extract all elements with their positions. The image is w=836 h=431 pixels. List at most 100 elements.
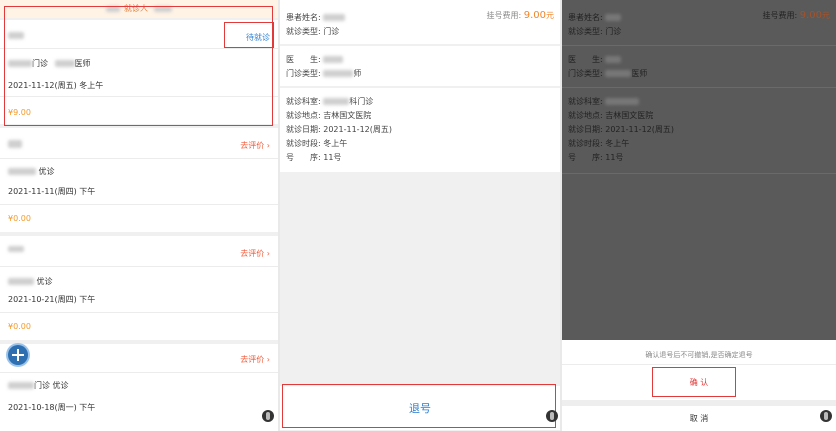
date: 2021-11-12(周五): [605, 125, 674, 134]
period-row: 就诊时段: 冬上午: [568, 138, 629, 149]
review-link[interactable]: 去评价 ›: [240, 248, 270, 259]
appointment-card[interactable]: 去评价 › 门诊 优诊 2021-10-18(周一) 下午: [0, 344, 278, 431]
number-row: 号 序: 11号: [568, 152, 623, 163]
appointment-date: 2021-10-21(周四) 下午: [8, 295, 96, 304]
highlight-box: [282, 384, 556, 428]
app-icon[interactable]: [546, 410, 558, 422]
highlight-box: [224, 22, 274, 48]
location-label: 就诊地点:: [286, 111, 321, 120]
period-label: 就诊时段:: [568, 139, 603, 148]
cancel-dialog-button[interactable]: 取 消: [562, 406, 836, 431]
visit-type-row: 就诊类型: 门诊: [286, 26, 339, 37]
dim-doctor-section: 医 生: 门诊类型: 医师: [562, 46, 836, 86]
blurred-text: [8, 140, 22, 148]
visit-type: 门诊: [605, 27, 622, 36]
patient-row: 患者姓名:: [568, 12, 622, 23]
fee-unit: 元: [822, 11, 830, 20]
blurred-text: [323, 70, 354, 77]
period-row: 就诊时段: 冬上午: [286, 138, 347, 149]
fee-label: 挂号费用:: [486, 11, 522, 20]
number-row: 号 序: 11号: [286, 152, 341, 163]
date-label: 就诊日期:: [568, 125, 603, 134]
patient-row: 患者姓名:: [286, 12, 346, 23]
divider: [562, 173, 836, 174]
clinic-type-row: 门诊类型: 医师: [568, 68, 647, 79]
review-label: 去评价: [240, 249, 265, 258]
dim-patient-section: 患者姓名: 挂号费用: 9.00元 就诊类型: 门诊: [562, 0, 836, 44]
number: 11号: [323, 153, 342, 162]
blurred-text: [8, 246, 24, 252]
app-icon[interactable]: [820, 410, 832, 422]
blurred-text: [605, 56, 622, 63]
patient-label: 患者姓名:: [286, 13, 321, 22]
visit-type-row: 就诊类型: 门诊: [568, 26, 621, 37]
blurred-text: [323, 98, 350, 105]
dept-label: 就诊科室:: [568, 97, 603, 106]
dept-line: 优诊: [8, 166, 55, 177]
blurred-text: [8, 278, 34, 285]
patient-label: 患者姓名:: [568, 13, 603, 22]
fee-value: 9.00: [523, 10, 546, 21]
appointment-date: 2021-10-18(周一) 下午: [8, 403, 96, 412]
fee-row: 挂号费用: 9.00元: [762, 10, 830, 21]
period: 冬上午: [605, 139, 630, 148]
appointment-price: ¥0.00: [8, 214, 31, 223]
clinic-type-suffix: 医师: [631, 69, 648, 78]
location-label: 就诊地点:: [568, 111, 603, 120]
blurred-text: [8, 382, 34, 389]
date-row: 就诊日期: 2021-11-12(周五): [568, 124, 674, 135]
appointment-list-panel: 就诊人 待就诊 门诊 医师 2021-11-12(周五) 冬上午 ¥9.00 去…: [0, 0, 278, 431]
clinic-type-row: 门诊类型: 师: [286, 68, 361, 79]
number-label: 号 序:: [568, 153, 603, 162]
appointment-price: ¥0.00: [8, 322, 31, 331]
clinic-type-suffix: 师: [353, 69, 362, 78]
patient-section: 患者姓名: 挂号费用: 9.00元 就诊类型: 门诊: [280, 0, 560, 44]
blurred-text: [605, 98, 640, 105]
fee-row: 挂号费用: 9.00元: [486, 10, 554, 21]
number-label: 号 序:: [286, 153, 321, 162]
visit-type: 门诊: [323, 27, 340, 36]
clinic-type-label: 门诊类型:: [286, 69, 321, 78]
add-button[interactable]: [8, 345, 28, 365]
dept-type: 优诊: [38, 167, 55, 176]
divider: [0, 372, 278, 373]
doctor-label: 医 生:: [286, 55, 321, 64]
blurred-text: [605, 70, 632, 77]
dept-type: 门诊 优诊: [34, 381, 69, 390]
cancel-dialog-label: 取 消: [689, 414, 709, 423]
location-row: 就诊地点: 吉林国文医院: [568, 110, 653, 121]
review-label: 去评价: [240, 355, 265, 364]
review-link[interactable]: 去评价 ›: [240, 354, 270, 365]
number: 11号: [605, 153, 624, 162]
doctor-row: 医 生:: [568, 54, 622, 65]
divider: [562, 364, 836, 365]
divider: [0, 312, 278, 313]
appointment-card[interactable]: 去评价 › 优诊 2021-10-21(周四) 下午 ¥0.00: [0, 236, 278, 340]
period: 冬上午: [323, 139, 348, 148]
dept-row: 就诊科室:: [568, 96, 640, 107]
doctor-section: 医 生: 门诊类型: 师: [280, 46, 560, 86]
highlight-box: [652, 367, 736, 397]
review-link[interactable]: 去评价 ›: [240, 140, 270, 151]
dept-row: 就诊科室: 科门诊: [286, 96, 373, 107]
doctor-row: 医 生:: [286, 54, 344, 65]
clinic-type-label: 门诊类型:: [568, 69, 603, 78]
dept-label: 就诊科室:: [286, 97, 321, 106]
fee-unit: 元: [546, 11, 554, 20]
location-row: 就诊地点: 吉林国文医院: [286, 110, 371, 121]
app-icon[interactable]: [262, 410, 274, 422]
blurred-text: [8, 168, 36, 175]
appointment-card[interactable]: 去评价 › 优诊 2021-11-11(周四) 下午 ¥0.00: [0, 128, 278, 232]
location: 吉林国文医院: [323, 111, 372, 120]
date-row: 就诊日期: 2021-11-12(周五): [286, 124, 392, 135]
date-label: 就诊日期:: [286, 125, 321, 134]
dept-line: 优诊: [8, 276, 53, 287]
divider: [0, 204, 278, 205]
fee-label: 挂号费用:: [762, 11, 798, 20]
appointment-date: 2021-11-11(周四) 下午: [8, 187, 96, 196]
blurred-text: [323, 14, 346, 21]
blurred-text: [323, 56, 344, 63]
confirm-dialog-panel: 患者姓名: 挂号费用: 9.00元 就诊类型: 门诊 医 生: 门诊类型: 医师…: [562, 0, 836, 431]
date: 2021-11-12(周五): [323, 125, 392, 134]
visit-info-section: 就诊科室: 科门诊 就诊地点: 吉林国文医院 就诊日期: 2021-11-12(…: [280, 88, 560, 172]
